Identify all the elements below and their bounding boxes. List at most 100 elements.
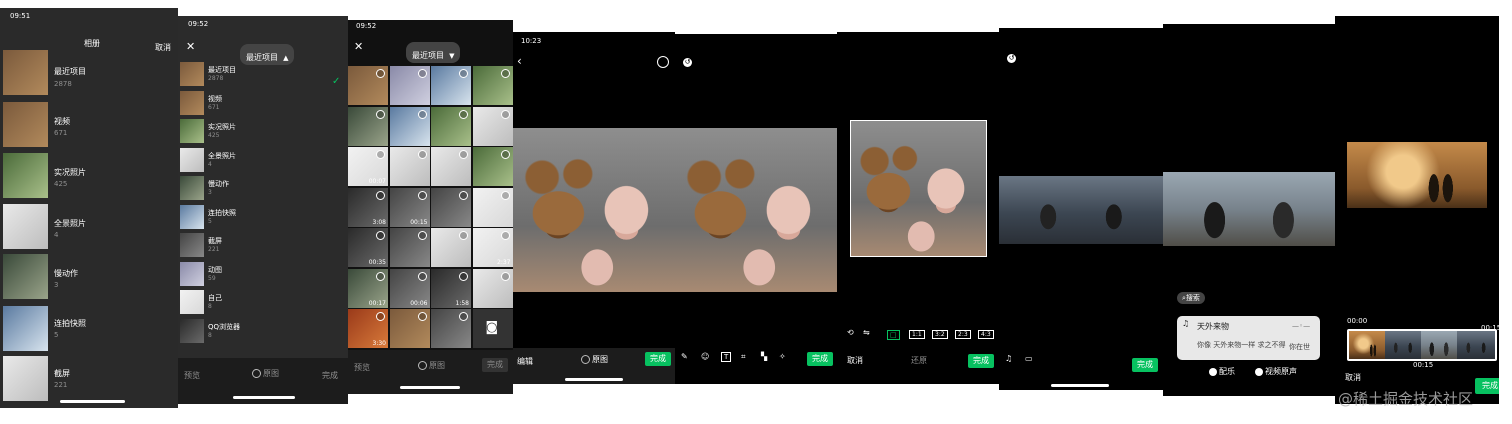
select-circle-icon[interactable] [417, 109, 427, 119]
photo-thumbnail[interactable]: 00:15 [389, 187, 430, 227]
original-sound-option[interactable]: 视频原声 [1255, 366, 1297, 377]
close-icon[interactable]: ✕ [354, 40, 363, 53]
cancel-button[interactable]: 取消 [155, 42, 171, 53]
select-circle-icon[interactable] [417, 150, 427, 159]
preview-button[interactable]: 预览 [184, 370, 200, 381]
done-button[interactable]: 完成 [1132, 358, 1158, 372]
select-circle-icon[interactable] [459, 109, 468, 119]
crop-frame[interactable] [850, 120, 987, 257]
photo-thumbnail[interactable] [348, 106, 388, 146]
restore-button[interactable]: 还原 [911, 355, 927, 366]
select-circle-icon[interactable] [500, 231, 510, 240]
done-button[interactable]: 完成 [482, 358, 508, 372]
back-icon[interactable]: ‹ [517, 54, 522, 68]
select-circle-icon[interactable] [459, 190, 468, 200]
photo-thumbnail[interactable]: 3:08 [348, 187, 388, 227]
cancel-button[interactable]: 取消 [1345, 372, 1361, 383]
select-circle-icon[interactable] [376, 312, 385, 321]
trim-timeline[interactable] [1347, 329, 1497, 361]
flip-icon[interactable]: ⇋ [863, 328, 870, 337]
photo-thumbnail[interactable] [472, 147, 513, 186]
photo-thumbnail[interactable] [472, 268, 513, 308]
photo-thumbnail[interactable] [389, 309, 430, 348]
select-circle-icon[interactable] [376, 190, 385, 200]
album-switcher[interactable]: 最近项目 ▼ [406, 42, 461, 63]
done-button[interactable]: 完成 [1475, 378, 1499, 394]
select-circle-icon[interactable] [417, 69, 427, 78]
rotate-icon[interactable]: ⟲ [847, 328, 854, 337]
select-circle-icon[interactable] [500, 271, 510, 281]
select-circle-icon[interactable] [376, 69, 385, 78]
photo-thumbnail[interactable] [348, 66, 388, 105]
draw-icon[interactable]: ✎ [681, 352, 688, 361]
select-circle-icon[interactable] [376, 109, 385, 119]
clip-icon[interactable]: ▭ [1025, 354, 1033, 363]
preview-button[interactable]: 预览 [354, 362, 370, 373]
aspect-ratio-button[interactable]: 1:1 [909, 330, 925, 339]
select-circle-icon[interactable] [459, 271, 468, 281]
select-circle-icon[interactable] [500, 109, 510, 119]
aspect-ratio-button[interactable]: 3:2 [932, 330, 948, 339]
photo-thumbnail[interactable]: 00:17 [348, 268, 388, 308]
search-chip[interactable]: ⌕搜索 [1177, 292, 1205, 304]
text-icon[interactable]: T [721, 352, 732, 362]
emoji-icon[interactable]: ☺ [701, 352, 709, 361]
photo-thumbnail[interactable]: 00:06 [389, 268, 430, 308]
select-circle-icon[interactable] [459, 69, 468, 78]
close-icon[interactable]: ✕ [186, 40, 195, 53]
undo-icon[interactable]: ↺ [1007, 54, 1016, 63]
music-card[interactable]: ♫ 天外来物 —◦— 你像 天外来物一样 求之不得 你在世 [1177, 316, 1320, 360]
aspect-ratio-button[interactable]: 4:3 [978, 330, 994, 339]
photo-thumbnail[interactable] [389, 228, 430, 267]
select-circle-icon[interactable] [417, 271, 427, 281]
cancel-button[interactable]: 取消 [847, 355, 863, 366]
mosaic-icon[interactable]: ▚ [761, 352, 767, 361]
original-toggle[interactable]: 原图 [252, 368, 279, 379]
music-icon[interactable]: ♫ [1005, 354, 1012, 363]
select-circle-icon[interactable] [459, 150, 468, 159]
music-option[interactable]: 配乐 [1209, 366, 1235, 377]
select-circle-icon[interactable] [376, 271, 385, 281]
crop-icon[interactable]: ⌗ [741, 352, 746, 362]
photo-thumbnail[interactable]: ◙ [472, 309, 513, 348]
photo-thumbnail[interactable] [431, 309, 471, 348]
photo-thumbnail[interactable]: 00:07 [348, 147, 388, 186]
edit-button[interactable]: 编辑 [517, 356, 533, 367]
free-ratio-icon[interactable]: □ [887, 330, 900, 340]
done-button[interactable]: 完成 [807, 352, 833, 366]
original-toggle[interactable]: 原图 [418, 360, 445, 371]
photo-thumbnail[interactable] [431, 187, 471, 227]
select-circle-icon[interactable] [459, 231, 468, 240]
photo-thumbnail[interactable]: 00:35 [348, 228, 388, 267]
select-circle-icon[interactable] [657, 56, 669, 68]
select-circle-icon[interactable] [500, 150, 510, 159]
magic-icon[interactable]: ✧ [779, 352, 786, 361]
select-circle-icon[interactable] [500, 190, 510, 200]
aspect-ratio-button[interactable]: 2:3 [955, 330, 971, 339]
photo-thumbnail[interactable]: 2:37 [472, 228, 513, 267]
photo-thumbnail[interactable] [389, 66, 430, 105]
photo-thumbnail[interactable] [431, 228, 471, 267]
photo-thumbnail[interactable] [389, 106, 430, 146]
done-button[interactable]: 完成 [645, 352, 671, 366]
photo-thumbnail[interactable] [472, 187, 513, 227]
select-circle-icon[interactable] [417, 231, 427, 240]
photo-thumbnail[interactable]: 1:58 [431, 268, 471, 308]
select-circle-icon[interactable] [376, 150, 385, 159]
select-circle-icon[interactable] [500, 69, 510, 78]
select-circle-icon[interactable] [417, 312, 427, 321]
undo-icon[interactable]: ↺ [683, 58, 692, 67]
original-toggle[interactable]: 原图 [581, 354, 608, 365]
photo-thumbnail[interactable] [389, 147, 430, 186]
photo-thumbnail[interactable] [431, 66, 471, 105]
photo-thumbnail[interactable] [431, 106, 471, 146]
photo-thumbnail[interactable] [472, 106, 513, 146]
photo-thumbnail[interactable] [472, 66, 513, 105]
done-button[interactable]: 完成 [968, 354, 994, 368]
album-switcher[interactable]: 最近项目 ▲ [240, 44, 295, 65]
photo-thumbnail[interactable]: 3:30 [348, 309, 388, 348]
done-button[interactable]: 完成 [322, 370, 338, 381]
photo-thumbnail[interactable] [431, 147, 471, 186]
select-circle-icon[interactable] [459, 312, 468, 321]
select-circle-icon[interactable] [376, 231, 385, 240]
